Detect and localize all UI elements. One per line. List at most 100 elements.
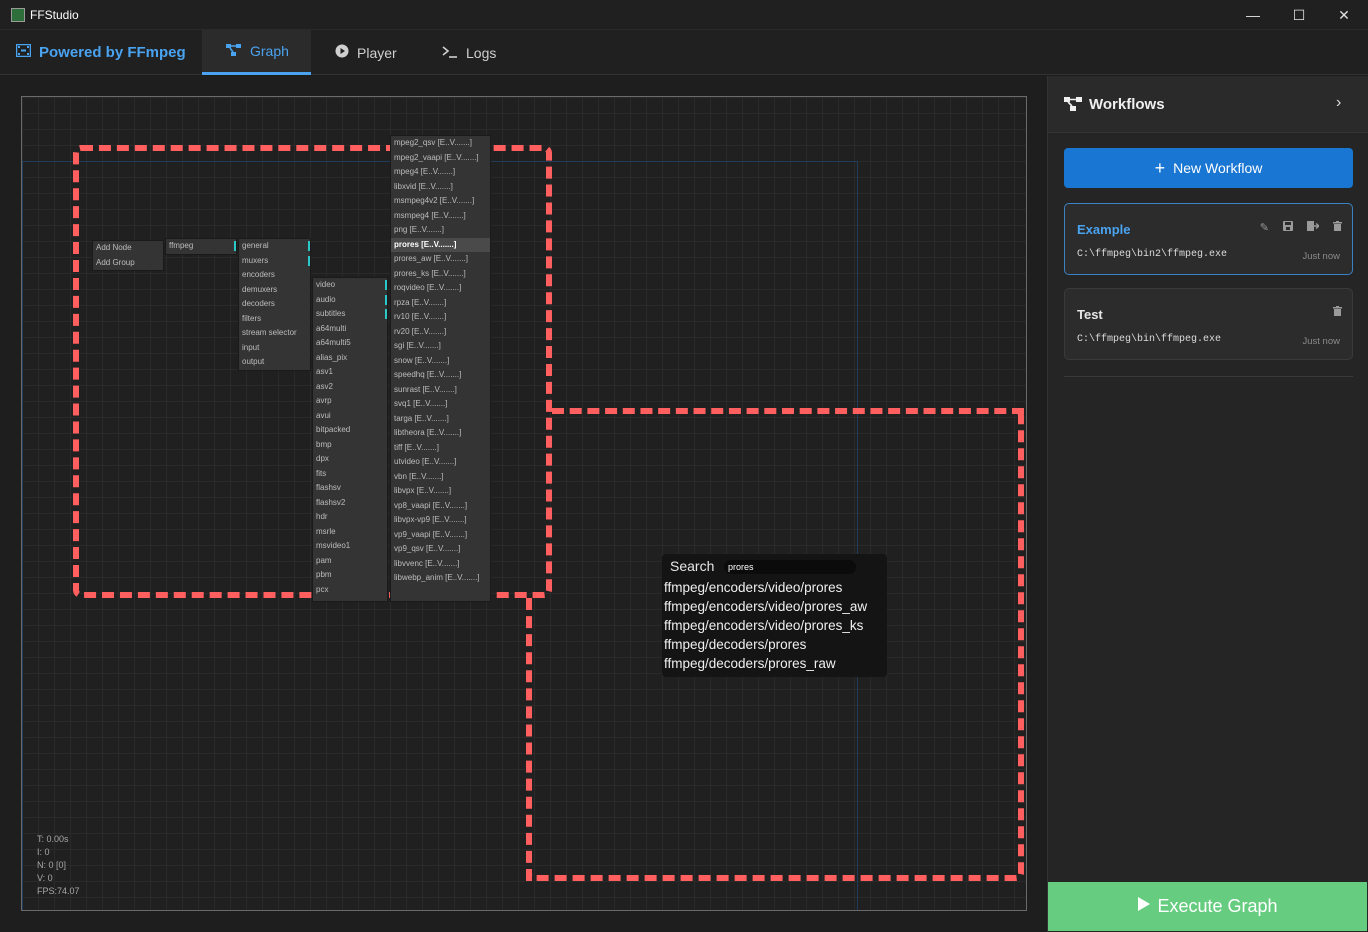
menu-item[interactable]: rpza [E..V.......] (391, 296, 490, 311)
menu-item[interactable]: pcx (313, 583, 387, 598)
menu-item[interactable]: msvideo1 (313, 539, 387, 554)
menu-item[interactable]: png [E..V.......] (391, 223, 490, 238)
tab-graph[interactable]: Graph (202, 30, 311, 75)
menu-item[interactable]: speedhq [E..V.......] (391, 368, 490, 383)
menu-item[interactable]: demuxers (239, 283, 310, 298)
play-icon (335, 44, 349, 61)
highlight-region-search-top (552, 408, 1024, 414)
menu-item[interactable]: utvideo [E..V.......] (391, 455, 490, 470)
menu-item[interactable]: flashsv2 (313, 496, 387, 511)
menu-item[interactable]: asv1 (313, 365, 387, 380)
menu-item[interactable]: pbm (313, 568, 387, 583)
menu-item[interactable]: sunrast [E..V.......] (391, 383, 490, 398)
search-result[interactable]: ffmpeg/decoders/prores_raw (664, 656, 836, 671)
chevron-right-icon[interactable]: › (1336, 94, 1341, 112)
menu-item[interactable]: bitpacked (313, 423, 387, 438)
minimize-button[interactable]: — (1230, 0, 1276, 30)
tab-logs[interactable]: Logs (418, 30, 520, 75)
graph-canvas[interactable]: Add Node Add Group ffmpeg general muxers e… (21, 96, 1027, 911)
menu-item[interactable]: filters (239, 312, 310, 327)
menu-item[interactable]: prores_ks [E..V.......] (391, 267, 490, 282)
menu-item[interactable]: audio (313, 293, 387, 308)
menu-item[interactable]: mpeg2_qsv [E..V.......] (391, 136, 490, 151)
menu-item[interactable]: pam (313, 554, 387, 569)
export-icon[interactable] (1307, 221, 1321, 234)
menu-item[interactable]: vbn [E..V.......] (391, 470, 490, 485)
menu-item[interactable]: avrp (313, 394, 387, 409)
new-workflow-button[interactable]: + New Workflow (1064, 148, 1353, 188)
menu-item[interactable]: output (239, 355, 310, 370)
menu-item[interactable]: bmp (313, 438, 387, 453)
main-nav: Powered by FFmpeg Graph Player Logs (0, 30, 1368, 75)
trash-icon[interactable] (1333, 306, 1342, 319)
graph-area: Add Node Add Group ffmpeg general muxers e… (0, 76, 1047, 932)
maximize-button[interactable]: ☐ (1276, 0, 1322, 30)
menu-item[interactable]: tiff [E..V.......] (391, 441, 490, 456)
menu-item[interactable]: stream selector (239, 326, 310, 341)
menu-item[interactable]: msmpeg4 [E..V.......] (391, 209, 490, 224)
execute-graph-button[interactable]: Execute Graph (1048, 882, 1367, 931)
pencil-icon[interactable]: ✎ (1260, 221, 1269, 234)
menu-item[interactable]: hdr (313, 510, 387, 525)
trash-icon[interactable] (1333, 221, 1342, 234)
menu-item[interactable]: subtitles (313, 307, 387, 322)
menu-item[interactable]: a64multi (313, 322, 387, 337)
menu-item[interactable]: general (239, 239, 310, 254)
menu-item[interactable]: prores_aw [E..V.......] (391, 252, 490, 267)
menu-item-add-group[interactable]: Add Group (93, 256, 163, 271)
menu-item[interactable]: rv20 [E..V.......] (391, 325, 490, 340)
stat-fps: FPS:74.07 (37, 886, 80, 896)
workflow-name: Test (1077, 307, 1103, 322)
workflow-card-example[interactable]: Example ✎ C:\ffmpeg\bin2\ffmpeg.exe Just… (1064, 203, 1353, 275)
film-icon (15, 43, 32, 61)
menu-item[interactable]: video (313, 278, 387, 293)
menu-item[interactable]: libvvenc [E..V.......] (391, 557, 490, 572)
menu-item[interactable]: mpeg4 [E..V.......] (391, 165, 490, 180)
menu-item-add-node[interactable]: Add Node (93, 241, 163, 256)
save-icon[interactable] (1283, 221, 1293, 234)
menu-item[interactable]: mpeg2_vaapi [E..V.......] (391, 151, 490, 166)
menu-item[interactable]: asv2 (313, 380, 387, 395)
search-result[interactable]: ffmpeg/encoders/video/prores_ks (664, 618, 863, 633)
menu-item[interactable]: alias_pix (313, 351, 387, 366)
menu-item[interactable]: dpx (313, 452, 387, 467)
menu-item[interactable]: flashsv (313, 481, 387, 496)
tab-player[interactable]: Player (311, 30, 421, 75)
menu-item[interactable]: muxers (239, 254, 310, 269)
menu-item[interactable]: avui (313, 409, 387, 424)
workflow-time: Just now (1302, 336, 1341, 347)
close-button[interactable]: ✕ (1321, 0, 1367, 30)
search-input[interactable] (724, 560, 856, 574)
search-result[interactable]: ffmpeg/decoders/prores (664, 637, 806, 652)
menu-item[interactable]: libvpx [E..V.......] (391, 484, 490, 499)
workflow-card-test[interactable]: Test C:\ffmpeg\bin\ffmpeg.exe Just now (1064, 288, 1353, 360)
menu-item[interactable]: fits (313, 467, 387, 482)
menu-item[interactable]: vp8_vaapi [E..V.......] (391, 499, 490, 514)
sidebar-title: Workflows (1089, 96, 1165, 113)
menu-item[interactable]: msmpeg4v2 [E..V.......] (391, 194, 490, 209)
search-result[interactable]: ffmpeg/encoders/video/prores (664, 580, 842, 595)
menu-item-ffmpeg[interactable]: ffmpeg (166, 239, 236, 254)
menu-item[interactable]: msrle (313, 525, 387, 540)
menu-item[interactable]: libwebp_anim [E..V.......] (391, 571, 490, 586)
menu-item[interactable]: libvpx-vp9 [E..V.......] (391, 513, 490, 528)
menu-item[interactable]: a64multi5 (313, 336, 387, 351)
stat-v: V: 0 (37, 873, 53, 883)
menu-item[interactable]: libtheora [E..V.......] (391, 426, 490, 441)
menu-item[interactable]: targa [E..V.......] (391, 412, 490, 427)
menu-item[interactable]: svq1 [E..V.......] (391, 397, 490, 412)
menu-item[interactable]: prores [E..V.......] (391, 237, 490, 252)
search-result[interactable]: ffmpeg/encoders/video/prores_aw (664, 599, 867, 614)
menu-item[interactable]: vp9_qsv [E..V.......] (391, 542, 490, 557)
menu-item[interactable]: sgi [E..V.......] (391, 339, 490, 354)
menu-item[interactable]: libxvid [E..V.......] (391, 180, 490, 195)
menu-item[interactable]: snow [E..V.......] (391, 354, 490, 369)
menu-item[interactable]: encoders (239, 268, 310, 283)
menu-item[interactable]: roqvideo [E..V.......] (391, 281, 490, 296)
menu-item[interactable]: rv10 [E..V.......] (391, 310, 490, 325)
menu-item[interactable]: vp9_vaapi [E..V.......] (391, 528, 490, 543)
menu-item[interactable]: decoders (239, 297, 310, 312)
menu-item[interactable]: input (239, 341, 310, 356)
workflow-path: C:\ffmpeg\bin\ffmpeg.exe (1077, 334, 1222, 345)
plus-icon: + (1154, 157, 1166, 178)
